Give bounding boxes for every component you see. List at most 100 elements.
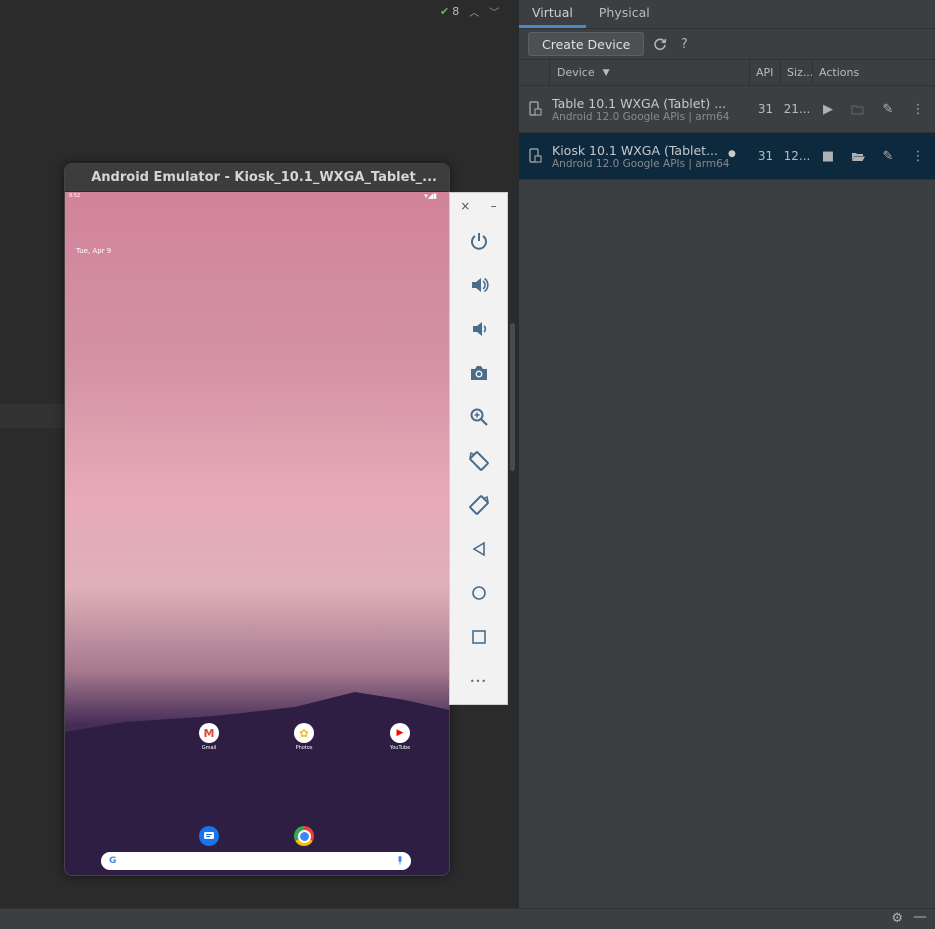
chevron-down-icon[interactable]: ﹀ [489,4,499,19]
more-button[interactable]: ••• [450,659,507,703]
dock-chrome[interactable] [284,826,324,846]
dock-messages[interactable] [189,826,229,846]
running-indicator-icon: ● [728,148,736,159]
refresh-icon[interactable] [652,36,668,52]
edit-icon[interactable]: ✎ [873,102,903,117]
folder-open-icon[interactable] [843,151,873,162]
zoom-icon [470,408,488,426]
rotate-left-icon [468,451,489,471]
tab-virtual[interactable]: Virtual [519,0,586,28]
back-icon [471,541,485,557]
header-api[interactable]: API [750,60,781,85]
chrome-icon [294,826,314,846]
home-icon [471,586,486,600]
status-icons: ▾◢▮ [424,192,437,200]
folder-icon[interactable] [843,104,873,115]
gmail-icon: M [199,723,219,743]
header-actions: Actions [819,66,860,79]
volume-down-button[interactable] [450,307,507,351]
more-vert-icon[interactable]: ⋮ [903,149,933,164]
check-icon: ✔ [440,4,450,18]
device-info: Table 10.1 WXGA (Tablet) ... Android 12.… [550,96,750,123]
device-row[interactable]: Kiosk 10.1 WXGA (Tablet... Android 12.0 … [519,133,935,180]
sort-down-icon: ▼ [602,67,610,78]
play-icon[interactable]: ▶ [813,102,843,117]
device-toolbar: Create Device ? [519,29,935,60]
header-size[interactable]: Siz... [781,60,813,85]
photos-icon: ✿ [294,723,314,743]
device-actions: ■ ✎ ⋮ [813,149,935,164]
header-device[interactable]: Device ▼ [550,60,750,85]
rotate-right-icon [468,495,489,515]
app-photos[interactable]: ✿ Photos [284,723,324,751]
hide-panel-icon[interactable]: — [913,909,927,925]
device-size: 21... [783,102,811,116]
edit-icon[interactable]: ✎ [873,149,903,164]
device-type-icon [519,148,550,164]
header-device-label: Device [557,66,595,79]
bottom-status-bar: ⚙ — [0,908,935,929]
device-api: 31 [757,149,774,163]
app-gmail[interactable]: M Gmail [189,723,229,751]
device-info: Kiosk 10.1 WXGA (Tablet... Android 12.0 … [550,143,750,170]
messages-icon [199,826,219,846]
editor-scrollbar[interactable] [510,323,515,471]
mic-icon[interactable] [397,855,403,867]
header-type-column [519,60,550,85]
inspection-indicator[interactable]: ✔ 8 [440,5,459,18]
zoom-button[interactable] [450,395,507,439]
more-vert-icon[interactable]: ⋮ [903,102,933,117]
back-button[interactable] [450,527,507,571]
chevron-up-icon[interactable]: ︿ [469,4,479,19]
overview-button[interactable] [450,615,507,659]
gear-icon[interactable]: ⚙ [891,911,903,926]
tab-physical[interactable]: Physical [586,0,663,28]
rotate-right-button[interactable] [450,483,507,527]
emulator-title[interactable]: Android Emulator - Kiosk_10.1_WXGA_Table… [65,164,449,191]
editor-strip [0,404,66,428]
app-label: YouTube [389,745,411,751]
emulator-window: Android Emulator - Kiosk_10.1_WXGA_Table… [64,163,450,876]
close-icon[interactable]: × [460,199,470,213]
home-button[interactable] [450,571,507,615]
power-icon [470,233,487,250]
create-device-button[interactable]: Create Device [528,32,645,56]
device-name: Table 10.1 WXGA (Tablet) ... [552,95,727,111]
emulator-toolbar: × – ••• [449,192,508,705]
device-table-header: Device ▼ API Siz... Actions [519,60,935,86]
device-row[interactable]: Table 10.1 WXGA (Tablet) ... Android 12.… [519,86,935,133]
overview-icon [471,630,486,644]
device-screen[interactable]: 8:52 ▾◢▮ Tue, Apr 9 M Gmail ✿ Photos ▶ Y… [65,192,449,875]
device-actions: ▶ ✎ ⋮ [813,102,935,117]
volume-up-icon [471,277,489,293]
google-icon: G [109,856,117,866]
rotate-left-button[interactable] [450,439,507,483]
camera-icon [470,366,487,380]
screenshot-button[interactable] [450,351,507,395]
app-label: Photos [295,745,313,751]
power-button[interactable] [450,219,507,263]
device-tabs: Virtual Physical [519,0,935,29]
wallpaper-mountain [65,692,449,875]
device-manager-panel: Virtual Physical Create Device ? Device … [518,0,935,908]
volume-down-icon [472,322,486,336]
device-api: 31 [757,102,774,116]
emulator-toolbar-header: × – [450,193,507,219]
app-label: Gmail [201,745,217,751]
device-type-icon [519,101,550,117]
volume-up-button[interactable] [450,263,507,307]
device-subtitle: Android 12.0 Google APIs | arm64 [552,110,730,123]
google-search-bar[interactable]: G [101,852,411,870]
app-youtube[interactable]: ▶ YouTube [380,723,420,751]
minimize-icon[interactable]: – [491,199,497,213]
inspection-count: 8 [452,4,460,18]
inspection-widget[interactable]: ✔ 8 ︿ ﹀ [440,0,524,22]
device-subtitle: Android 12.0 Google APIs | arm64 [552,157,730,170]
device-size: 12... [783,149,811,163]
help-icon[interactable]: ? [676,36,692,52]
home-date[interactable]: Tue, Apr 9 [76,247,111,255]
status-time: 8:52 [69,193,81,199]
more-horiz-icon: ••• [469,676,488,686]
youtube-icon: ▶ [390,723,410,743]
stop-icon[interactable]: ■ [813,149,843,164]
